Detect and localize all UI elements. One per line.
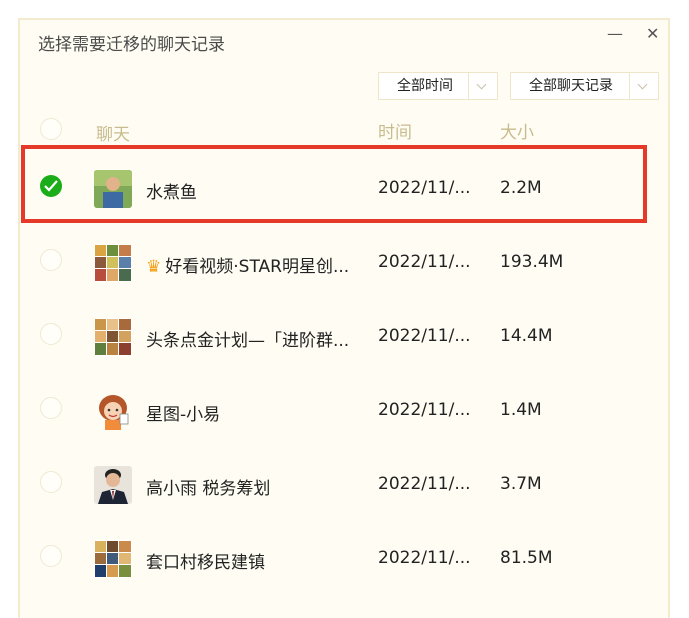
chat-name: 星图-小易: [146, 405, 221, 425]
chat-time: 2022/11/...: [378, 548, 471, 568]
chat-time: 2022/11/...: [378, 474, 471, 494]
dialog-title: 选择需要迁移的聊天记录: [38, 35, 225, 55]
chat-name-text: 好看视频·STAR明星创...: [165, 257, 350, 277]
chat-name: ♛ 好看视频·STAR明星创...: [146, 252, 349, 277]
row-checkbox[interactable]: [40, 397, 62, 419]
select-all-checkbox[interactable]: [40, 118, 62, 140]
chat-row[interactable]: 高小雨 税务筹划 2022/11/... 3.7M: [20, 446, 670, 520]
chat-size: 1.4M: [500, 400, 542, 420]
chat-name: 高小雨 税务筹划: [146, 479, 271, 499]
avatar: [94, 392, 132, 430]
chat-name: 套口村移民建镇: [146, 553, 265, 573]
minimize-button[interactable]: —: [607, 24, 623, 43]
column-header-chat: 聊天: [96, 125, 130, 145]
chat-row[interactable]: ♛ 好看视频·STAR明星创... 2022/11/... 193.4M: [20, 224, 670, 298]
avatar: [94, 318, 132, 356]
avatar: [94, 244, 132, 282]
chat-size: 14.4M: [500, 326, 553, 346]
chat-row[interactable]: 星图-小易 2022/11/... 1.4M: [20, 372, 670, 446]
chevron-down-icon: [468, 73, 497, 99]
avatar: [94, 466, 132, 504]
row-checkbox[interactable]: [40, 545, 62, 567]
column-header-time: 时间: [378, 123, 412, 143]
row-checkbox[interactable]: [40, 249, 62, 271]
chevron-down-icon: [629, 73, 658, 99]
chat-time: 2022/11/...: [378, 252, 471, 272]
chat-time: 2022/11/...: [378, 400, 471, 420]
chat-name: 头条点金计划—「进阶群...: [146, 331, 350, 351]
chat-row[interactable]: 套口村移民建镇 2022/11/... 81.5M: [20, 520, 670, 594]
chat-size: 193.4M: [500, 252, 564, 272]
migrate-chat-dialog: 选择需要迁移的聊天记录 — ✕ 全部时间 全部聊天记录 聊天 时间 大小 水煮鱼…: [18, 18, 670, 618]
row-checkbox[interactable]: [40, 471, 62, 493]
chat-size: 3.7M: [500, 474, 542, 494]
chat-row[interactable]: 头条点金计划—「进阶群... 2022/11/... 14.4M: [20, 298, 670, 372]
time-filter-dropdown[interactable]: 全部时间: [378, 72, 498, 100]
chat-time: 2022/11/...: [378, 326, 471, 346]
row-checkbox[interactable]: [40, 323, 62, 345]
records-filter-dropdown[interactable]: 全部聊天记录: [510, 72, 659, 100]
time-filter-label: 全部时间: [397, 78, 453, 94]
column-header-size: 大小: [500, 123, 534, 143]
selection-highlight-box: [21, 145, 647, 223]
chat-size: 81.5M: [500, 548, 553, 568]
close-button[interactable]: ✕: [646, 24, 659, 43]
records-filter-label: 全部聊天记录: [529, 78, 613, 94]
avatar: [94, 540, 132, 578]
crown-icon: ♛: [146, 257, 162, 277]
